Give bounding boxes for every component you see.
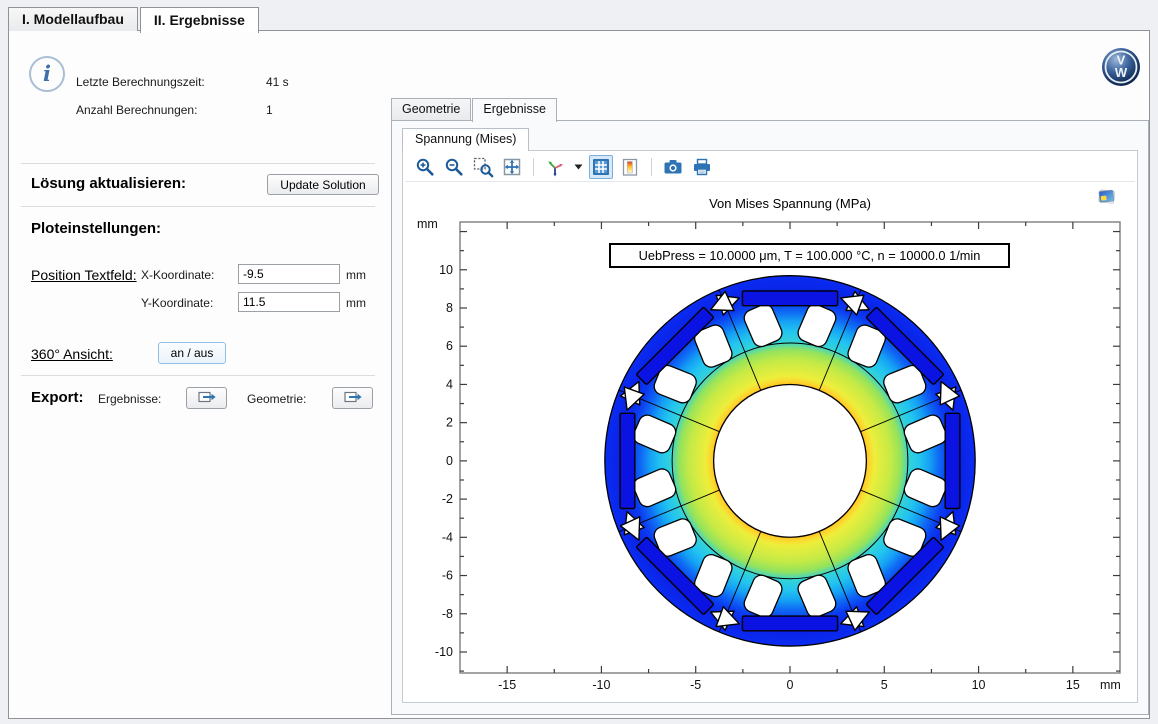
info-icon: i xyxy=(29,56,65,92)
export-results-button[interactable] xyxy=(186,387,227,409)
export-icon xyxy=(198,391,216,406)
y-tick-label: 0 xyxy=(446,454,453,468)
x-tick-label: -5 xyxy=(690,678,701,692)
update-solution-heading: Lösung aktualisieren: xyxy=(31,175,186,192)
computation-count-value: 1 xyxy=(266,103,273,117)
y-coordinate-label: Y-Koordinate: xyxy=(141,296,213,310)
x-tick-label: -15 xyxy=(498,678,516,692)
tab-ergebnisse[interactable]: II. Ergebnisse xyxy=(140,7,259,33)
y-tick-label: 8 xyxy=(446,301,453,315)
export-icon xyxy=(344,391,362,406)
toolbar-separator xyxy=(651,158,652,176)
grid-icon[interactable] xyxy=(589,155,613,179)
y-axis-unit: mm xyxy=(417,217,438,231)
x-tick-label: -10 xyxy=(592,678,610,692)
view-360-toggle-button[interactable]: an / aus xyxy=(158,342,226,364)
export-results-label: Ergebnisse: xyxy=(98,392,161,406)
x-tick-label: 0 xyxy=(787,678,794,692)
export-heading: Export: xyxy=(31,389,84,406)
x-coordinate-unit: mm xyxy=(346,268,366,282)
plot-panel: Von Mises Spannung (MPa) mm UebPress = 10.… xyxy=(402,150,1138,703)
view-360-label: 360° Ansicht: xyxy=(31,346,113,362)
magnet xyxy=(620,413,635,508)
zoom-extents-icon[interactable] xyxy=(500,155,524,179)
y-tick-label: 6 xyxy=(446,339,453,353)
svg-text:W: W xyxy=(1115,65,1128,80)
x-axis-unit: mm xyxy=(1100,678,1121,692)
tab-spannung-mises[interactable]: Spannung (Mises) xyxy=(402,128,529,151)
orientation-dropdown-caret[interactable] xyxy=(572,155,584,179)
shaft-bore xyxy=(714,385,867,538)
zoom-out-icon[interactable] xyxy=(442,155,466,179)
rotor xyxy=(605,276,975,646)
app-window: i Letzte Berechnungszeit: 41 s Anzahl Be… xyxy=(8,30,1150,719)
plot-toolbar xyxy=(405,153,1135,182)
annotation-text: UebPress = 10.0000 μm, T = 100.000 °C, n… xyxy=(639,248,981,263)
plot-tab-bar: Spannung (Mises) xyxy=(402,128,529,149)
x-tick-label: 10 xyxy=(972,678,986,692)
print-icon[interactable] xyxy=(690,155,714,179)
vw-logo: V W xyxy=(1101,47,1141,87)
camera-icon[interactable] xyxy=(661,155,685,179)
export-geometry-button[interactable] xyxy=(332,387,373,409)
y-tick-label: 2 xyxy=(446,416,453,430)
y-tick-label: -4 xyxy=(442,530,453,544)
x-tick-label: 15 xyxy=(1066,678,1080,692)
divider xyxy=(21,206,375,207)
x-tick-label: 5 xyxy=(881,678,888,692)
x-coordinate-label: X-Koordinate: xyxy=(141,268,214,282)
y-tick-label: -6 xyxy=(442,569,453,583)
computation-count-label: Anzahl Berechnungen: xyxy=(76,103,197,117)
magnet xyxy=(742,291,837,306)
results-panel: Spannung (Mises) xyxy=(391,120,1149,715)
result-tab-bar: Geometrie Ergebnisse xyxy=(391,98,557,120)
y-tick-label: -8 xyxy=(442,607,453,621)
tab-modellaufbau[interactable]: I. Modellaufbau xyxy=(8,7,138,31)
last-computation-label: Letzte Berechnungszeit: xyxy=(76,75,205,89)
y-tick-label: -2 xyxy=(442,492,453,506)
divider xyxy=(21,375,375,376)
export-geometry-label: Geometrie: xyxy=(247,392,306,406)
zoom-box-icon[interactable] xyxy=(471,155,495,179)
y-tick-label: 10 xyxy=(439,263,453,277)
y-tick-label: 4 xyxy=(446,377,453,391)
main-tab-bar: I. Modellaufbau II. Ergebnisse xyxy=(8,7,259,31)
zoom-in-icon[interactable] xyxy=(413,155,437,179)
last-computation-value: 41 s xyxy=(266,75,289,89)
tab-geometrie[interactable]: Geometrie xyxy=(391,98,471,120)
orientation-axes-icon[interactable] xyxy=(543,155,567,179)
y-tick-label: -10 xyxy=(435,645,453,659)
plot-title: Von Mises Spannung (MPa) xyxy=(709,196,871,211)
y-coordinate-input[interactable] xyxy=(238,292,340,312)
color-legend-icon[interactable] xyxy=(618,155,642,179)
magnet xyxy=(742,616,837,631)
magnet xyxy=(945,413,960,508)
toolbar-separator xyxy=(533,158,534,176)
plot-canvas[interactable]: Von Mises Spannung (MPa) mm UebPress = 10.… xyxy=(403,182,1137,702)
tab-ergebnisse-inner[interactable]: Ergebnisse xyxy=(472,98,557,122)
plot-settings-heading: Ploteinstellungen: xyxy=(31,220,161,237)
x-coordinate-input[interactable] xyxy=(238,264,340,284)
divider xyxy=(21,163,375,164)
update-solution-button[interactable]: Update Solution xyxy=(267,174,379,195)
position-textfield-label: Position Textfeld: xyxy=(31,267,137,283)
y-coordinate-unit: mm xyxy=(346,296,366,310)
